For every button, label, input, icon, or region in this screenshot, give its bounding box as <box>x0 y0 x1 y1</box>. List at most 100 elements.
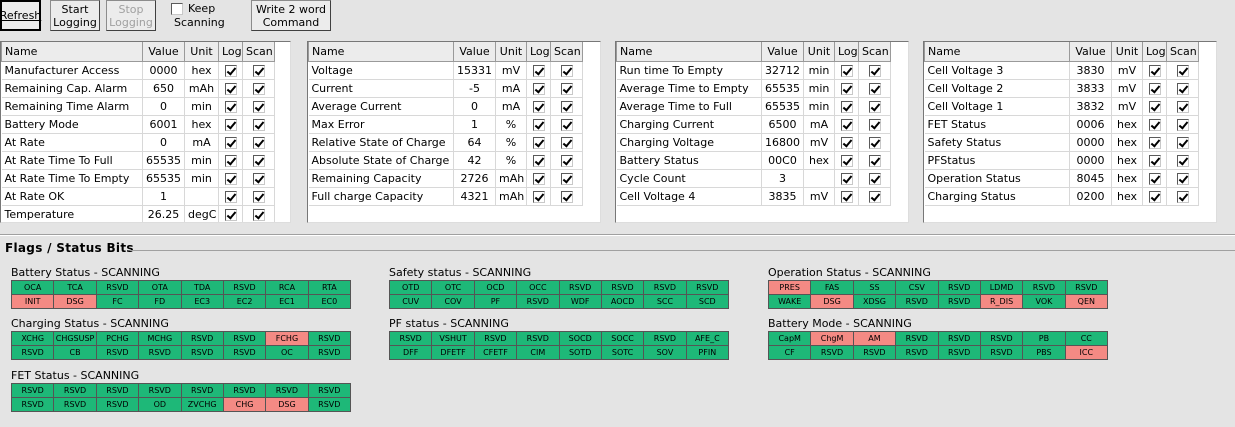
log-checkbox[interactable] <box>224 136 237 149</box>
scan-checkbox[interactable] <box>1176 118 1189 131</box>
keep-scanning-checkbox[interactable]: Keep Scanning <box>171 2 247 30</box>
scan-checkbox[interactable] <box>1176 100 1189 113</box>
log-checkbox[interactable] <box>224 172 237 185</box>
log-checkbox[interactable] <box>532 100 545 113</box>
scan-checkbox[interactable] <box>252 154 265 167</box>
log-checkbox[interactable] <box>1148 118 1161 131</box>
header-log[interactable]: Log <box>834 42 859 62</box>
log-checkbox[interactable] <box>224 64 237 77</box>
log-checkbox[interactable] <box>532 190 545 203</box>
flag-bit: RSVD <box>308 346 351 360</box>
write-2-word-command-button[interactable]: Write 2 word Command <box>251 0 331 31</box>
scan-checkbox[interactable] <box>868 136 881 149</box>
header-name[interactable]: Name <box>1 42 143 62</box>
scan-checkbox[interactable] <box>560 136 573 149</box>
scan-checkbox[interactable] <box>252 82 265 95</box>
keep-scanning-box[interactable] <box>171 3 183 15</box>
scan-checkbox[interactable] <box>560 64 573 77</box>
log-checkbox[interactable] <box>1148 64 1161 77</box>
scan-checkbox[interactable] <box>1176 172 1189 185</box>
header-value[interactable]: Value <box>453 42 496 62</box>
header-log[interactable]: Log <box>1142 42 1167 62</box>
log-checkbox[interactable] <box>532 154 545 167</box>
log-checkbox[interactable] <box>1148 100 1161 113</box>
start-logging-button[interactable]: Start Logging <box>50 0 100 31</box>
scan-checkbox[interactable] <box>252 190 265 203</box>
log-checkbox[interactable] <box>532 82 545 95</box>
log-checkbox[interactable] <box>840 172 853 185</box>
header-scan[interactable]: Scan <box>1166 42 1199 62</box>
log-checkbox[interactable] <box>840 64 853 77</box>
header-value[interactable]: Value <box>1069 42 1112 62</box>
flag-grid: CapM ChgM AM RSVD RSVD RSVD PB CC CF RSVD RSVD RSVD… <box>768 331 1108 360</box>
header-scan[interactable]: Scan <box>242 42 275 62</box>
log-checkbox[interactable] <box>532 136 545 149</box>
scan-checkbox[interactable] <box>868 154 881 167</box>
header-log[interactable]: Log <box>218 42 243 62</box>
log-checkbox[interactable] <box>224 82 237 95</box>
log-checkbox[interactable] <box>224 118 237 131</box>
log-checkbox[interactable] <box>1148 154 1161 167</box>
scan-checkbox[interactable] <box>868 172 881 185</box>
scan-checkbox[interactable] <box>560 118 573 131</box>
row-log-cell <box>218 97 243 116</box>
row-scan-cell <box>1166 151 1199 170</box>
row-value: 26.25 <box>142 205 185 222</box>
scan-checkbox[interactable] <box>252 172 265 185</box>
scan-checkbox[interactable] <box>868 118 881 131</box>
scan-checkbox[interactable] <box>868 64 881 77</box>
header-unit[interactable]: Unit <box>803 42 835 62</box>
header-unit[interactable]: Unit <box>495 42 527 62</box>
log-checkbox[interactable] <box>224 190 237 203</box>
scan-checkbox[interactable] <box>252 100 265 113</box>
header-unit[interactable]: Unit <box>184 42 219 62</box>
log-checkbox[interactable] <box>1148 172 1161 185</box>
flag-bit: CFETF <box>474 346 518 360</box>
scan-checkbox[interactable] <box>1176 64 1189 77</box>
scan-checkbox[interactable] <box>252 64 265 77</box>
refresh-button[interactable]: Refresh <box>0 0 41 31</box>
scan-checkbox[interactable] <box>560 154 573 167</box>
scan-checkbox[interactable] <box>252 208 265 221</box>
scan-checkbox[interactable] <box>1176 190 1189 203</box>
log-checkbox[interactable] <box>840 190 853 203</box>
header-value[interactable]: Value <box>142 42 185 62</box>
header-scan[interactable]: Scan <box>858 42 891 62</box>
log-checkbox[interactable] <box>840 154 853 167</box>
log-checkbox[interactable] <box>1148 82 1161 95</box>
log-checkbox[interactable] <box>840 82 853 95</box>
table-row: Charging Current 6500 mA <box>616 115 891 134</box>
log-checkbox[interactable] <box>532 172 545 185</box>
scan-checkbox[interactable] <box>1176 82 1189 95</box>
header-log[interactable]: Log <box>526 42 551 62</box>
log-checkbox[interactable] <box>224 208 237 221</box>
stop-logging-button[interactable]: Stop Logging <box>106 0 156 31</box>
header-scan[interactable]: Scan <box>550 42 583 62</box>
scan-checkbox[interactable] <box>252 118 265 131</box>
scan-checkbox[interactable] <box>252 136 265 149</box>
scan-checkbox[interactable] <box>560 190 573 203</box>
scan-checkbox[interactable] <box>1176 154 1189 167</box>
header-name[interactable]: Name <box>924 42 1070 62</box>
log-checkbox[interactable] <box>1148 136 1161 149</box>
log-checkbox[interactable] <box>1148 190 1161 203</box>
scan-checkbox[interactable] <box>868 190 881 203</box>
log-checkbox[interactable] <box>840 118 853 131</box>
log-checkbox[interactable] <box>224 100 237 113</box>
log-checkbox[interactable] <box>840 100 853 113</box>
scan-checkbox[interactable] <box>560 100 573 113</box>
log-checkbox[interactable] <box>532 64 545 77</box>
header-unit[interactable]: Unit <box>1111 42 1143 62</box>
header-name[interactable]: Name <box>616 42 762 62</box>
scan-checkbox[interactable] <box>868 82 881 95</box>
header-name[interactable]: Name <box>308 42 454 62</box>
scan-checkbox[interactable] <box>1176 136 1189 149</box>
log-checkbox[interactable] <box>532 118 545 131</box>
log-checkbox[interactable] <box>224 154 237 167</box>
scan-checkbox[interactable] <box>560 172 573 185</box>
row-log-cell <box>526 133 551 152</box>
scan-checkbox[interactable] <box>560 82 573 95</box>
header-value[interactable]: Value <box>761 42 804 62</box>
log-checkbox[interactable] <box>840 136 853 149</box>
scan-checkbox[interactable] <box>868 100 881 113</box>
